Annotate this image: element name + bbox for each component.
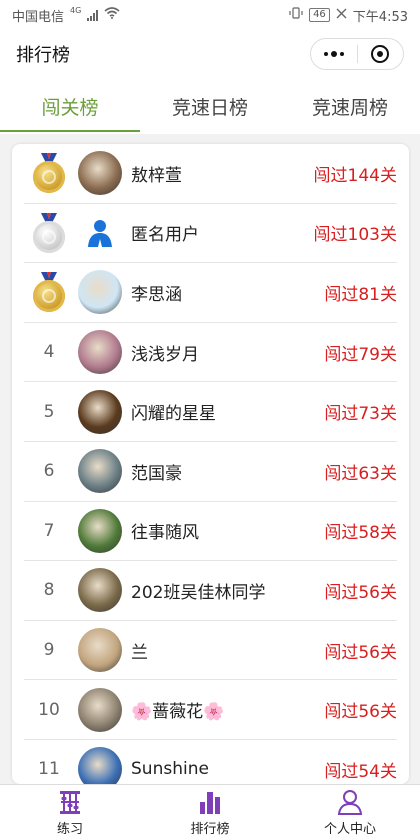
avatar (78, 270, 122, 315)
leaderboard-row[interactable]: 10 🌸蔷薇花🌸 闯过56关 (24, 680, 397, 740)
leaderboard-row[interactable]: 5 闪耀的星星 闯过73关 (24, 382, 397, 442)
avatar (78, 568, 122, 613)
player-score: 闯过58关 (324, 523, 397, 544)
player-name: 闪耀的星星 (131, 404, 216, 425)
gold-medal-icon (32, 272, 66, 313)
avatar (78, 389, 122, 434)
player-score: 闯过79关 (324, 344, 397, 365)
bar-chart-icon (200, 792, 220, 814)
leaderboard-row[interactable]: 8 202班吴佳林同学 闯过56关 (24, 561, 397, 621)
leaderboard-row[interactable]: 李思涵 闯过81关 (24, 263, 397, 323)
avatar (78, 449, 122, 494)
player-score: 闯过73关 (324, 404, 397, 425)
avatar (78, 747, 122, 784)
player-name: 敖梓萱 (131, 165, 182, 186)
nav-leaderboard-label: 排行榜 (190, 822, 230, 837)
rank-cell (24, 212, 74, 253)
tab-challenge[interactable]: 闯关榜 (0, 78, 140, 134)
more-dots-icon (323, 51, 344, 57)
status-bar: 中国电信 4G 46 下午4:53 (0, 0, 420, 30)
mini-program-capsule (310, 38, 404, 70)
player-name: 匿名用户 (131, 225, 199, 246)
rank-number: 11 (38, 759, 60, 780)
bottom-nav: 练习 排行榜 个人中心 (0, 784, 420, 840)
silver-medal-icon (32, 212, 66, 253)
rank-cell (24, 272, 74, 313)
avatar (78, 151, 122, 196)
player-score: 闯过144关 (313, 165, 397, 186)
rank-cell: 5 (24, 402, 74, 422)
rank-cell: 6 (24, 461, 74, 481)
status-left: 中国电信 4G (12, 6, 120, 25)
rank-number: 9 (43, 640, 55, 661)
avatar (78, 330, 122, 375)
rank-cell: 4 (24, 342, 74, 362)
rank-number: 5 (43, 401, 55, 422)
vibrate-icon (289, 7, 303, 23)
page-title: 排行榜 (16, 45, 70, 66)
player-name: 兰 (131, 642, 148, 663)
player-name: 往事随风 (131, 523, 199, 544)
no-sim-icon (336, 8, 347, 23)
nav-leaderboard[interactable]: 排行榜 (140, 785, 280, 840)
player-name: 202班吴佳林同学 (131, 582, 266, 603)
nav-practice[interactable]: 练习 (0, 785, 140, 840)
player-score: 闯过56关 (324, 582, 397, 603)
player-name: Sunshine (131, 759, 209, 780)
player-score: 闯过103关 (313, 225, 397, 246)
network-label: 4G (70, 5, 82, 15)
nav-profile-label: 个人中心 (323, 822, 376, 837)
abacus-icon (60, 791, 80, 814)
rank-cell: 7 (24, 521, 74, 541)
leaderboard-row[interactable]: 4 浅浅岁月 闯过79关 (24, 323, 397, 383)
rank-number: 7 (43, 520, 55, 541)
leaderboard-row[interactable]: 6 范国豪 闯过63关 (24, 442, 397, 502)
rank-number: 4 (43, 342, 55, 363)
player-name: 李思涵 (131, 284, 182, 305)
leaderboard-tabs: 闯关榜 竞速日榜 竞速周榜 (0, 78, 420, 134)
more-button[interactable] (311, 39, 357, 69)
avatar (78, 628, 122, 673)
close-button[interactable] (358, 39, 404, 69)
rank-number: 6 (43, 461, 55, 482)
person-icon (337, 790, 363, 815)
carrier-label: 中国电信 (12, 9, 65, 25)
player-name: 🌸蔷薇花🌸 (131, 702, 225, 723)
nav-profile[interactable]: 个人中心 (280, 785, 420, 840)
player-name: 范国豪 (131, 463, 182, 484)
rank-number: 10 (38, 699, 60, 720)
nav-practice-label: 练习 (56, 822, 83, 837)
leaderboard-row[interactable]: 7 往事随风 闯过58关 (24, 502, 397, 562)
player-name: 浅浅岁月 (131, 344, 199, 365)
title-bar: 排行榜 (0, 30, 420, 78)
gold-medal-icon (32, 153, 66, 194)
avatar (78, 687, 122, 732)
rank-cell: 8 (24, 580, 74, 600)
leaderboard-row[interactable]: 匿名用户 闯过103关 (24, 204, 397, 264)
target-icon (371, 45, 390, 63)
rank-cell (24, 153, 74, 194)
leaderboard-row[interactable]: 11 Sunshine 闯过54关 (24, 740, 397, 784)
player-score: 闯过81关 (324, 284, 397, 305)
avatar (78, 508, 122, 553)
tab-weekly-speed[interactable]: 竞速周榜 (280, 78, 420, 134)
battery-indicator: 46 (309, 8, 330, 22)
clock-label: 下午4:53 (352, 9, 408, 25)
rank-cell: 11 (24, 759, 74, 779)
rank-cell: 9 (24, 640, 74, 660)
rank-number: 8 (43, 580, 55, 601)
wifi-icon (104, 7, 120, 23)
avatar (78, 210, 122, 255)
tab-daily-speed[interactable]: 竞速日榜 (140, 78, 280, 134)
leaderboard-row[interactable]: 9 兰 闯过56关 (24, 621, 397, 681)
player-score: 闯过56关 (324, 702, 397, 723)
player-score: 闯过54关 (324, 761, 397, 782)
player-score: 闯过63关 (324, 463, 397, 484)
leaderboard-row[interactable]: 敖梓萱 闯过144关 (24, 144, 397, 204)
status-right: 46 下午4:53 (289, 6, 408, 25)
signal-icon (87, 9, 99, 21)
leaderboard-list: 敖梓萱 闯过144关匿名用户 闯过103关李思涵 闯过81关 4 浅浅岁月 闯过79关 5 闪耀… (12, 144, 409, 784)
player-score: 闯过56关 (324, 642, 397, 663)
rank-cell: 10 (24, 700, 74, 720)
